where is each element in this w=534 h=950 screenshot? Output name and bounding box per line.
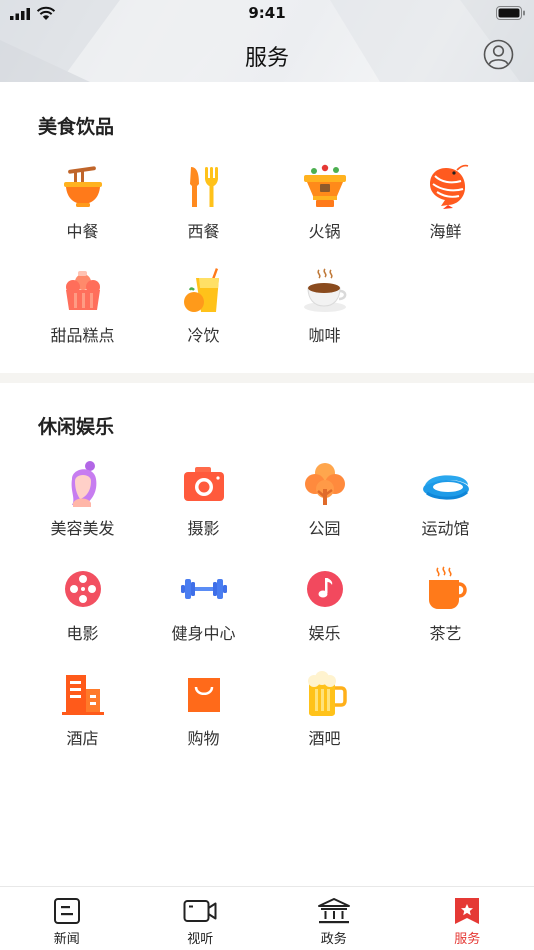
service-entertainment[interactable]: 娱乐 xyxy=(264,564,385,669)
woman-hair-icon xyxy=(71,461,96,507)
service-label: 娱乐 xyxy=(308,624,341,643)
service-label: 酒店 xyxy=(66,729,99,748)
header: 9:41 服务 xyxy=(0,0,534,82)
service-label: 美容美发 xyxy=(50,519,115,538)
service-label: 中餐 xyxy=(66,222,99,241)
service-photography[interactable]: 摄影 xyxy=(143,459,264,564)
cake-icon xyxy=(65,271,100,310)
tab-service[interactable]: 服务 xyxy=(401,887,534,950)
service-screen: 9:41 服务 美食饮品 中餐 西餐 火锅 海鲜 甜品糕点 冷饮 咖啡 休闲娱乐… xyxy=(0,0,534,950)
service-label: 冷饮 xyxy=(187,326,220,345)
section-title: 美食饮品 xyxy=(38,116,115,138)
hotel-building-icon xyxy=(61,675,104,715)
status-bar: 9:41 xyxy=(0,0,534,28)
government-building-icon xyxy=(317,898,350,924)
service-western-food[interactable]: 西餐 xyxy=(143,162,264,266)
service-label: 摄影 xyxy=(187,519,220,538)
tab-news[interactable]: 新闻 xyxy=(0,887,134,950)
service-coffee[interactable]: 咖啡 xyxy=(264,266,385,370)
hotpot-icon xyxy=(303,164,346,207)
battery-icon xyxy=(496,6,525,20)
tab-government[interactable]: 政务 xyxy=(267,887,401,950)
service-seafood[interactable]: 海鲜 xyxy=(385,162,506,266)
service-sports-venue[interactable]: 运动馆 xyxy=(385,459,506,564)
service-beauty[interactable]: 美容美发 xyxy=(22,459,143,564)
service-label: 茶艺 xyxy=(429,624,462,643)
service-cold-drinks[interactable]: 冷饮 xyxy=(143,266,264,370)
service-label: 西餐 xyxy=(187,222,220,241)
tea-cup-icon xyxy=(428,566,467,609)
tab-label: 政务 xyxy=(320,932,347,947)
beer-mug-icon xyxy=(307,671,347,716)
tab-label: 新闻 xyxy=(53,932,80,947)
tab-label: 服务 xyxy=(454,932,481,947)
service-fitness[interactable]: 健身中心 xyxy=(143,564,264,669)
tree-icon xyxy=(304,463,345,505)
status-time: 9:41 xyxy=(248,4,286,22)
camera-icon xyxy=(183,467,224,501)
stadium-icon xyxy=(422,475,469,500)
service-label: 酒吧 xyxy=(308,729,341,748)
service-hotel[interactable]: 酒店 xyxy=(22,669,143,774)
food-grid: 中餐 西餐 火锅 海鲜 甜品糕点 冷饮 咖啡 xyxy=(22,162,506,370)
section-leisure: 休闲娱乐 美容美发 摄影 公园 运动馆 电影 健身中心 娱乐 茶艺 酒店 购物 … xyxy=(0,383,534,883)
page-title: 服务 xyxy=(244,46,289,71)
service-hotpot[interactable]: 火锅 xyxy=(264,162,385,266)
shrimp-icon xyxy=(429,164,468,209)
service-label: 甜品糕点 xyxy=(50,326,115,345)
service-bookmark-star-icon xyxy=(455,898,480,924)
service-dessert[interactable]: 甜品糕点 xyxy=(22,266,143,370)
section-divider xyxy=(0,373,534,383)
noodle-bowl-icon xyxy=(63,166,102,207)
service-label: 运动馆 xyxy=(421,519,470,538)
leisure-grid: 美容美发 摄影 公园 运动馆 电影 健身中心 娱乐 茶艺 酒店 购物 酒吧 xyxy=(22,459,506,774)
music-note-icon xyxy=(306,571,343,607)
section-food-drinks: 美食饮品 中餐 西餐 火锅 海鲜 甜品糕点 冷饮 咖啡 xyxy=(0,82,534,373)
service-shopping[interactable]: 购物 xyxy=(143,669,264,774)
shopping-bag-icon xyxy=(187,678,220,712)
news-icon xyxy=(53,898,80,924)
service-label: 购物 xyxy=(187,729,220,748)
service-label: 火锅 xyxy=(308,222,341,241)
service-label: 海鲜 xyxy=(429,222,462,241)
service-movie[interactable]: 电影 xyxy=(22,564,143,669)
film-reel-icon xyxy=(64,571,101,607)
service-chinese-food[interactable]: 中餐 xyxy=(22,162,143,266)
dumbbell-icon xyxy=(180,579,227,599)
bottom-tab-bar: 新闻 视听 政务 服务 xyxy=(0,886,534,950)
service-tea-art[interactable]: 茶艺 xyxy=(385,564,506,669)
service-bar[interactable]: 酒吧 xyxy=(264,669,385,774)
cold-drink-icon xyxy=(183,268,219,312)
service-park[interactable]: 公园 xyxy=(264,459,385,564)
coffee-cup-icon xyxy=(303,268,346,312)
service-label: 电影 xyxy=(66,624,99,643)
video-camera-icon xyxy=(183,900,217,922)
tab-video[interactable]: 视听 xyxy=(134,887,268,950)
service-label: 健身中心 xyxy=(171,624,236,643)
profile-icon[interactable] xyxy=(483,39,514,70)
service-label: 公园 xyxy=(308,519,341,538)
section-title: 休闲娱乐 xyxy=(38,416,115,438)
service-label: 咖啡 xyxy=(308,326,341,345)
tab-label: 视听 xyxy=(187,932,214,947)
fork-knife-icon xyxy=(189,167,218,207)
